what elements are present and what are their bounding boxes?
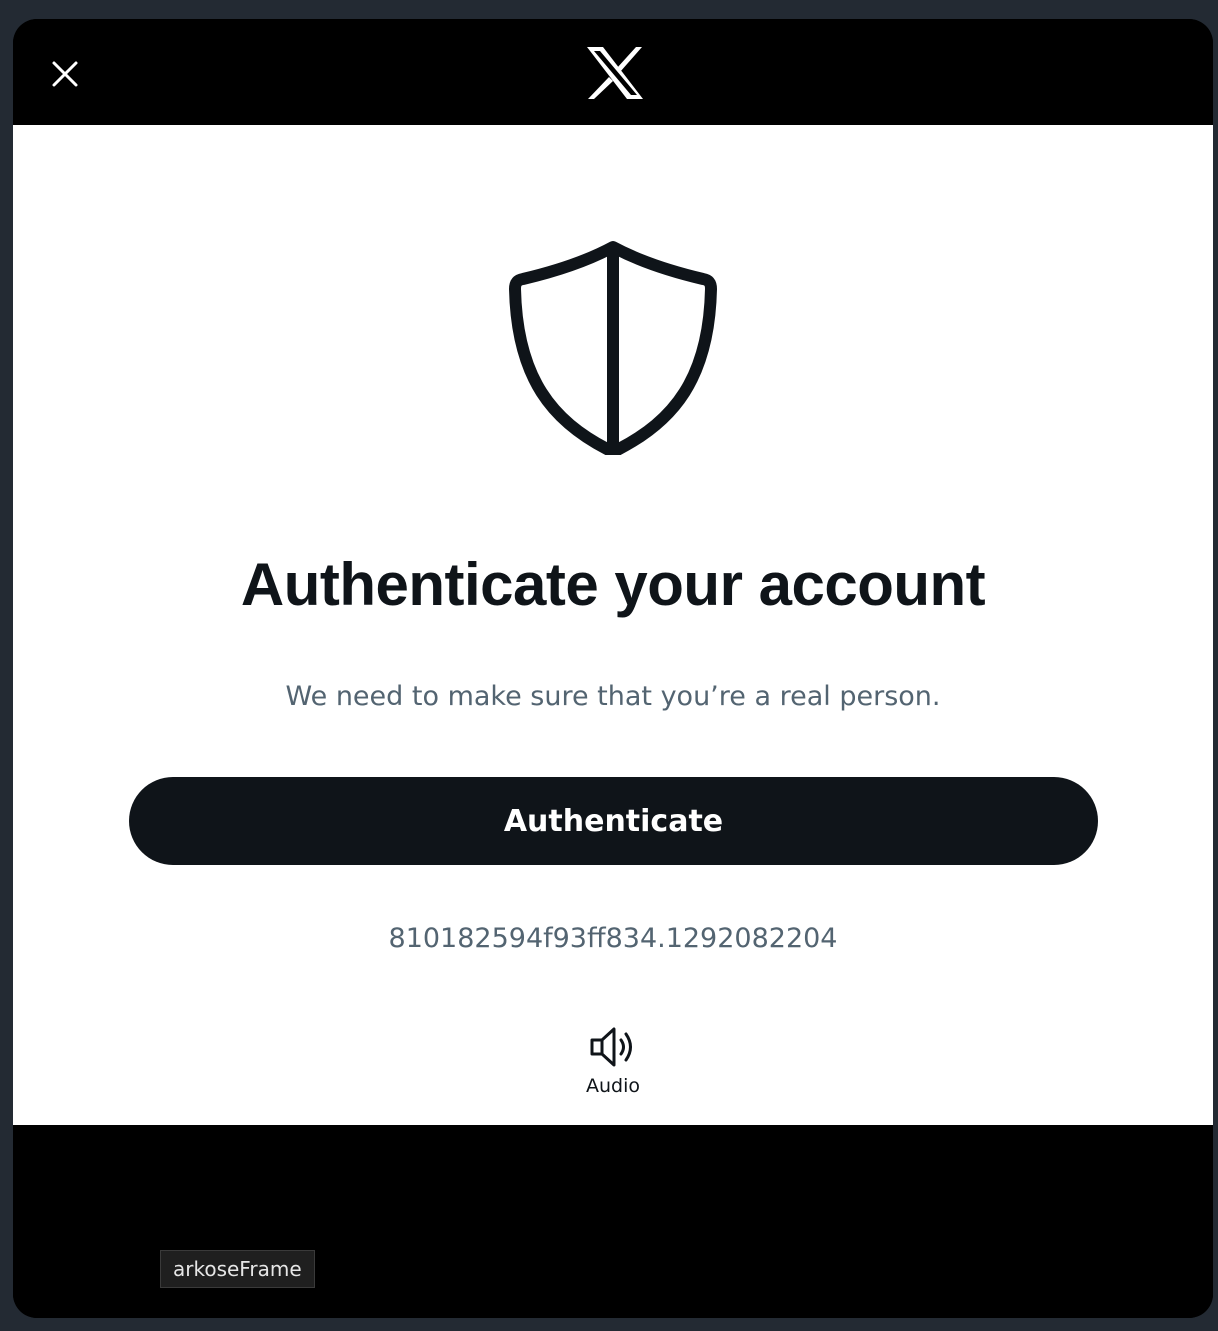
close-icon <box>52 61 78 87</box>
dialog-footer <box>13 1125 1213 1318</box>
dialog-header <box>13 19 1213 125</box>
shield-icon <box>509 241 717 455</box>
auth-dialog: Authenticate your account We need to mak… <box>13 19 1213 1318</box>
page-subtitle: We need to make sure that you’re a real … <box>285 681 941 712</box>
x-logo-icon <box>587 47 643 99</box>
frame-tag: arkoseFrame <box>160 1250 315 1288</box>
audio-button[interactable]: Audio <box>573 1025 653 1107</box>
close-button[interactable] <box>43 52 87 96</box>
speaker-icon <box>590 1027 632 1067</box>
page-title: Authenticate your account <box>240 551 986 618</box>
authenticate-button[interactable]: Authenticate <box>129 777 1098 865</box>
auth-content: Authenticate your account We need to mak… <box>13 125 1213 1125</box>
session-id-text: 810182594f93ff834.1292082204 <box>388 923 838 954</box>
audio-label: Audio <box>585 1075 640 1097</box>
